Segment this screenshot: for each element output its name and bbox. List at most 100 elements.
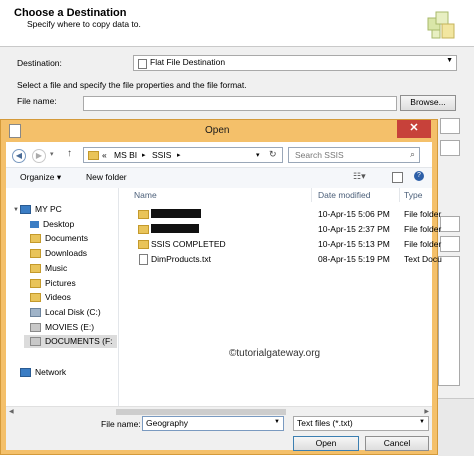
scroll-left-icon[interactable]: ◀ [9, 408, 14, 415]
file-name: SSIS COMPLETED [151, 239, 226, 249]
scroll-thumb[interactable] [116, 409, 286, 415]
nav-item-videos[interactable]: Videos [30, 291, 71, 304]
breadcrumb-separator-icon: ▸ [177, 152, 181, 159]
new-folder-button[interactable]: New folder [86, 172, 127, 182]
file-name-value: Geography [146, 418, 189, 428]
forward-arrow-icon[interactable]: ▶ [32, 149, 46, 163]
nav-item-label: Pictures [45, 278, 76, 288]
column-divider [399, 188, 400, 202]
breadcrumb-ssis[interactable]: SSIS [152, 150, 171, 160]
chevron-down-icon[interactable]: ▾ [256, 151, 260, 159]
navigation-pane: ▼ MY PC Desktop Documents Downloads Musi… [6, 188, 119, 406]
refresh-icon[interactable]: ↻ [269, 149, 277, 160]
view-options-icon[interactable]: ☷▾ [353, 171, 366, 182]
nav-item-pictures[interactable]: Pictures [30, 277, 76, 290]
cancel-button[interactable]: Cancel [365, 436, 429, 451]
dialog-footer: File name: Geography ▼ Text files (*.txt… [6, 416, 432, 451]
nav-item-label: Local Disk (C:) [45, 307, 101, 317]
file-row[interactable]: 10-Apr-15 5:06 PM File folder [119, 207, 441, 221]
column-header-date[interactable]: Date modified [318, 190, 370, 200]
column-divider [311, 188, 312, 202]
nav-item-documents-drive[interactable]: DOCUMENTS (F: [24, 335, 117, 348]
nav-item-label: Documents [45, 233, 88, 243]
file-date: 10-Apr-15 5:06 PM [318, 209, 390, 219]
nav-item-label: Downloads [45, 248, 88, 258]
breadcrumb-overflow[interactable]: « [102, 150, 107, 160]
wizard-field-partial [440, 236, 460, 252]
file-row[interactable]: SSIS COMPLETED 10-Apr-15 5:13 PM File fo… [119, 237, 441, 251]
wizard-field-partial [440, 140, 460, 156]
up-arrow-icon[interactable]: ↑ [67, 148, 72, 159]
music-icon [30, 264, 41, 274]
file-name-input[interactable] [83, 96, 397, 111]
folder-icon [138, 240, 149, 249]
file-name: DimProducts.txt [151, 254, 211, 264]
file-row[interactable]: DimProducts.txt 08-Apr-15 5:19 PM Text D… [119, 252, 442, 266]
expand-arrow-icon[interactable]: ▼ [13, 207, 19, 213]
organize-button[interactable]: Organize ▾ [20, 172, 61, 183]
chevron-down-icon: ▼ [274, 419, 280, 425]
nav-item-label: DOCUMENTS (F: [45, 336, 113, 346]
nav-item-desktop[interactable]: Desktop [30, 218, 74, 231]
pictures-icon [30, 279, 41, 289]
nav-item-music[interactable]: Music [30, 262, 67, 275]
file-type: Text Docu [404, 254, 442, 264]
open-dialog: Open ✕ ◀ ▶ ▾ ↑ « MS BI ▸ SSIS ▸ ▾ ↻ Sear… [0, 119, 442, 455]
nav-item-my-pc[interactable]: MY PC [20, 203, 62, 216]
computer-icon [20, 205, 31, 215]
scroll-right-icon[interactable]: ▶ [424, 408, 429, 415]
file-type-value: Text files (*.txt) [297, 418, 353, 428]
nav-item-downloads[interactable]: Downloads [30, 247, 87, 260]
destination-label: Destination: [17, 58, 62, 68]
file-date: 08-Apr-15 5:19 PM [318, 254, 390, 264]
browse-button[interactable]: Browse... [400, 95, 456, 111]
search-input[interactable]: Search SSIS ⌕ [288, 147, 420, 163]
wizard-title: Choose a Destination [14, 7, 127, 19]
column-header-type[interactable]: Type [404, 190, 422, 200]
desktop-icon [30, 221, 39, 229]
chevron-down-icon: ▼ [419, 419, 425, 425]
file-name-label: File name: [101, 419, 141, 429]
nav-item-local-disk[interactable]: Local Disk (C:) [30, 306, 101, 319]
wizard-subtitle: Specify where to copy data to. [27, 19, 141, 29]
preview-pane-icon[interactable] [392, 172, 403, 183]
search-placeholder: Search SSIS [295, 150, 344, 160]
breadcrumb-ms-bi[interactable]: MS BI [114, 150, 137, 160]
wizard-list-partial [438, 256, 460, 386]
wizard-footer-partial [438, 398, 474, 456]
instructions-text: Select a file and specify the file prope… [17, 80, 247, 90]
destination-combo[interactable]: Flat File Destination ▼ [133, 55, 457, 71]
wizard-header: Choose a Destination Specify where to co… [0, 0, 474, 47]
file-date: 10-Apr-15 2:37 PM [318, 224, 390, 234]
flat-file-icon [138, 59, 147, 69]
file-row[interactable]: 10-Apr-15 2:37 PM File folder [119, 222, 441, 236]
recent-chevron-icon[interactable]: ▾ [50, 150, 54, 158]
nav-item-label: MOVIES (E:) [45, 322, 95, 332]
dialog-titlebar[interactable]: Open ✕ [1, 120, 439, 142]
file-name-combo[interactable]: Geography ▼ [142, 416, 284, 431]
close-button[interactable]: ✕ [397, 120, 431, 138]
drive-icon [30, 337, 41, 347]
address-bar[interactable]: « MS BI ▸ SSIS ▸ ▾ ↻ [83, 147, 283, 163]
folder-icon [138, 225, 149, 234]
destination-value: Flat File Destination [150, 57, 226, 67]
nav-item-label: Videos [45, 292, 71, 302]
file-date: 10-Apr-15 5:13 PM [318, 239, 390, 249]
back-arrow-icon[interactable]: ◀ [12, 149, 26, 163]
drive-icon [30, 308, 41, 318]
file-list-pane: Name Date modified Type 10-Apr-15 5:06 P… [119, 188, 442, 406]
nav-item-label: Music [45, 263, 68, 273]
nav-item-movies[interactable]: MOVIES (E:) [30, 321, 94, 334]
chevron-down-icon: ▼ [446, 57, 453, 64]
nav-item-documents[interactable]: Documents [30, 232, 88, 245]
network-icon [20, 368, 31, 378]
open-button[interactable]: Open [293, 436, 359, 451]
file-type: File folder [404, 209, 442, 219]
dialog-title: Open [205, 125, 230, 136]
file-type-combo[interactable]: Text files (*.txt) ▼ [293, 416, 429, 431]
watermark-text: ©tutorialgateway.org [229, 348, 321, 359]
help-icon[interactable]: ? [414, 171, 424, 181]
column-header-name[interactable]: Name [134, 190, 157, 200]
nav-item-network[interactable]: Network [20, 366, 66, 379]
file-type: File folder [404, 224, 442, 234]
